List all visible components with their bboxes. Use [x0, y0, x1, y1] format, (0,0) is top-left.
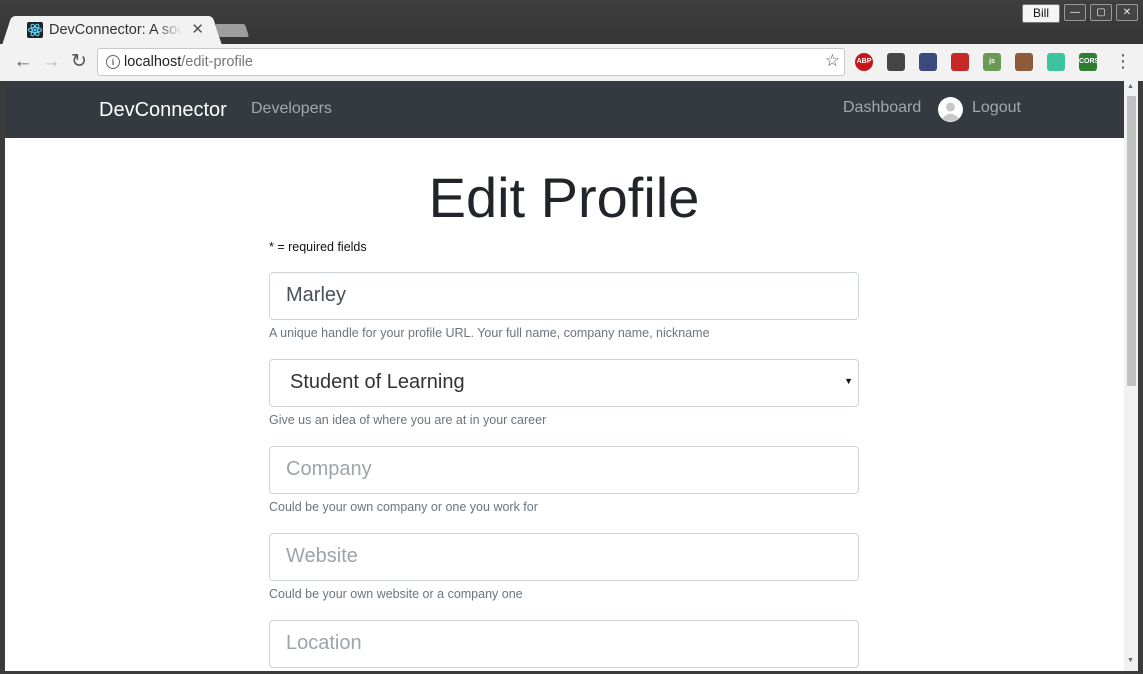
back-arrow-icon[interactable]: ←: [11, 50, 35, 74]
select-caret-icon: ▼: [844, 376, 853, 386]
close-window-icon[interactable]: ✕: [1116, 4, 1138, 21]
site-navbar: DevConnector Developers Dashboard Logout: [5, 81, 1124, 138]
required-fields-note: * = required fields: [269, 240, 367, 254]
company-input[interactable]: [270, 447, 846, 491]
company-help-text: Could be your own company or one you wor…: [269, 500, 538, 514]
url-path: /edit-profile: [181, 54, 253, 70]
page-viewport: DevConnector Developers Dashboard Logout…: [5, 81, 1124, 671]
react-devtools-icon[interactable]: [919, 53, 937, 71]
adblock-icon[interactable]: ABP: [855, 53, 873, 71]
scroll-down-icon[interactable]: ▼: [1127, 657, 1134, 664]
url-text: localhost/edit-profile: [124, 54, 253, 70]
tab-close-icon[interactable]: ✕: [191, 20, 204, 38]
menu-dots-icon[interactable]: ⋮: [1114, 51, 1132, 72]
logout-link[interactable]: Logout: [972, 99, 1021, 117]
react-favicon-icon: [27, 22, 43, 38]
address-bar[interactable]: i localhost/edit-profile ☆: [97, 48, 845, 76]
sync-icon[interactable]: [887, 53, 905, 71]
target-icon[interactable]: [1047, 53, 1065, 71]
developers-link[interactable]: Developers: [251, 100, 332, 118]
status-select[interactable]: Student of Learning ▼: [269, 359, 859, 407]
maximize-icon[interactable]: ▢: [1090, 4, 1112, 21]
company-field[interactable]: [269, 446, 859, 494]
tab-title: DevConnector: A social network for devel…: [49, 22, 182, 38]
url-host: localhost: [124, 54, 182, 70]
browser-tab[interactable]: DevConnector: A social network for devel…: [14, 16, 210, 44]
website-field[interactable]: [269, 533, 859, 581]
site-info-icon[interactable]: i: [106, 55, 120, 69]
location-field[interactable]: [269, 620, 859, 668]
cors-icon[interactable]: CORS: [1079, 53, 1099, 71]
handle-help-text: A unique handle for your profile URL. Yo…: [269, 326, 710, 340]
scroll-thumb[interactable]: [1127, 96, 1136, 386]
js-icon[interactable]: js: [983, 53, 1001, 71]
website-help-text: Could be your own website or a company o…: [269, 587, 523, 601]
redux-devtools-icon[interactable]: [951, 53, 969, 71]
profile-user-button[interactable]: Bill: [1022, 4, 1060, 23]
page-title: Edit Profile: [428, 166, 700, 229]
location-input[interactable]: [270, 621, 846, 665]
website-input[interactable]: [270, 534, 846, 578]
new-tab-button[interactable]: [214, 24, 250, 37]
reload-icon[interactable]: ↻: [67, 50, 91, 74]
handle-field[interactable]: [269, 272, 859, 320]
scroll-up-icon[interactable]: ▲: [1127, 83, 1134, 90]
page-scrollbar[interactable]: ▲ ▼: [1124, 81, 1138, 671]
minimize-icon[interactable]: —: [1064, 4, 1086, 21]
handle-input[interactable]: [270, 273, 846, 317]
status-select-value: Student of Learning: [290, 371, 465, 393]
avatar-icon: [938, 97, 963, 122]
brand-link[interactable]: DevConnector: [99, 99, 227, 122]
browser-toolbar: ← → ↻ i localhost/edit-profile ☆ ABP js CO…: [0, 44, 1143, 81]
forward-arrow-icon[interactable]: →: [39, 50, 63, 74]
dashboard-link[interactable]: Dashboard: [843, 99, 921, 117]
bookmark-star-icon[interactable]: ☆: [825, 51, 840, 71]
window-titlebar: DevConnector: A social network for devel…: [0, 0, 1143, 44]
status-help-text: Give us an idea of where you are at in y…: [269, 413, 547, 427]
monkey-icon[interactable]: [1015, 53, 1033, 71]
